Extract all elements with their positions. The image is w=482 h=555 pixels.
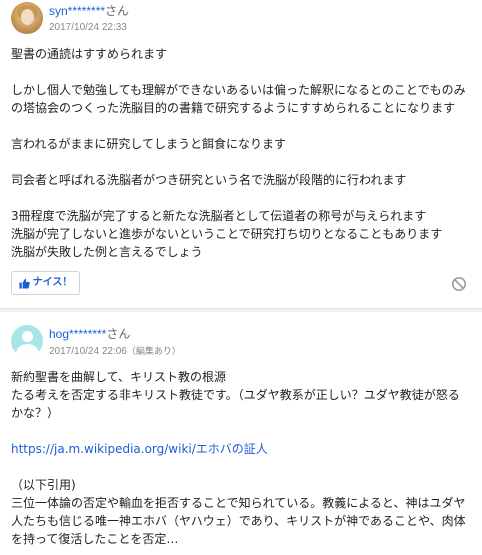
body-blank-line — [11, 458, 479, 476]
body-line: 三位一体論の否定や輸血を拒否することで知られている。教義によると、神はユダヤ — [11, 496, 466, 510]
post-datetime: 2017/10/24 22:33 — [49, 22, 127, 33]
body-line: を持って復活したことを否定… — [11, 532, 179, 546]
body-line: かな？） — [11, 406, 60, 420]
edited-label: （編集あり） — [126, 346, 181, 356]
avatar[interactable] — [11, 2, 43, 34]
avatar-head — [22, 331, 33, 342]
body-line: 言われるがままに研究してしまうと餌食になります — [11, 137, 287, 151]
body-line: （以下引用) — [11, 478, 76, 492]
post-meta: 2017/10/24 22:06（編集あり） — [49, 345, 181, 358]
body-line: 3冊程度で洗脳が完了すると新たな洗脳者として伝道者の称号が与えられます — [11, 209, 427, 223]
body-line: しかし個人で勉強しても理解ができないあるいは偏った解釈になるとのことでものみ — [11, 83, 466, 97]
body-line: 聖書の通読はすすめられます — [11, 47, 168, 61]
body-blank-line — [11, 63, 479, 81]
body-line: 新約聖書を曲解して、キリスト教の根源 — [11, 370, 227, 384]
post-datetime: 2017/10/24 22:06 — [49, 346, 127, 357]
body-link-line: https://ja.m.wikipedia.org/wiki/エホバの証人 — [11, 440, 479, 458]
avatar[interactable] — [11, 325, 43, 357]
username-link[interactable]: syn******** — [49, 4, 105, 18]
body-line: 洗脳が失敗した例と言えるでしょう — [11, 245, 203, 259]
body-blank-line — [11, 117, 479, 135]
username-link[interactable]: hog******** — [49, 327, 106, 341]
avatar-face — [21, 9, 34, 25]
answer-body: 聖書の通読はすすめられます しかし個人で勉強しても理解ができないあるいは偏った解… — [11, 45, 479, 261]
nice-button[interactable]: ナイス！ — [11, 271, 80, 295]
answer-card: syn********さん 2017/10/24 22:33 聖書の通読はすすめ… — [0, 0, 482, 307]
block-icon[interactable] — [451, 276, 467, 292]
user-line: syn********さん — [49, 4, 129, 18]
answer-card: hog********さん 2017/10/24 22:06（編集あり） 新約聖… — [0, 312, 482, 555]
body-blank-line — [11, 153, 479, 171]
body-blank-line — [11, 189, 479, 207]
body-line: 司会者と呼ばれる洗脳者がつき研究という名で洗脳が段階的に行われます — [11, 173, 407, 187]
honorific: さん — [105, 4, 130, 18]
body-line: の塔協会のつくった洗脳目的の書籍で研究するようにすすめられることになります — [11, 101, 456, 115]
body-blank-line — [11, 422, 479, 440]
wikipedia-link[interactable]: https://ja.m.wikipedia.org/wiki/エホバの証人 — [11, 442, 268, 456]
body-line: たる考えを否定する非キリスト教徒です。（ユダヤ教系が正しい？ユダヤ教徒が怒る — [11, 388, 460, 402]
answer-body: 新約聖書を曲解して、キリスト教の根源 たる考えを否定する非キリスト教徒です。（ユ… — [11, 368, 479, 548]
nice-label: ナイス！ — [32, 277, 73, 288]
body-line: 洗脳が完了しないと進歩がないということで研究打ち切りとなることもあります — [11, 227, 443, 241]
user-line: hog********さん — [49, 327, 130, 341]
avatar-body — [16, 344, 39, 357]
honorific: さん — [106, 327, 131, 341]
body-line: 人たちも信じる唯一神エホバ（ヤハウェ）であり、キリストが神であることや、肉体 — [11, 514, 466, 528]
thumbs-up-icon — [19, 278, 30, 289]
